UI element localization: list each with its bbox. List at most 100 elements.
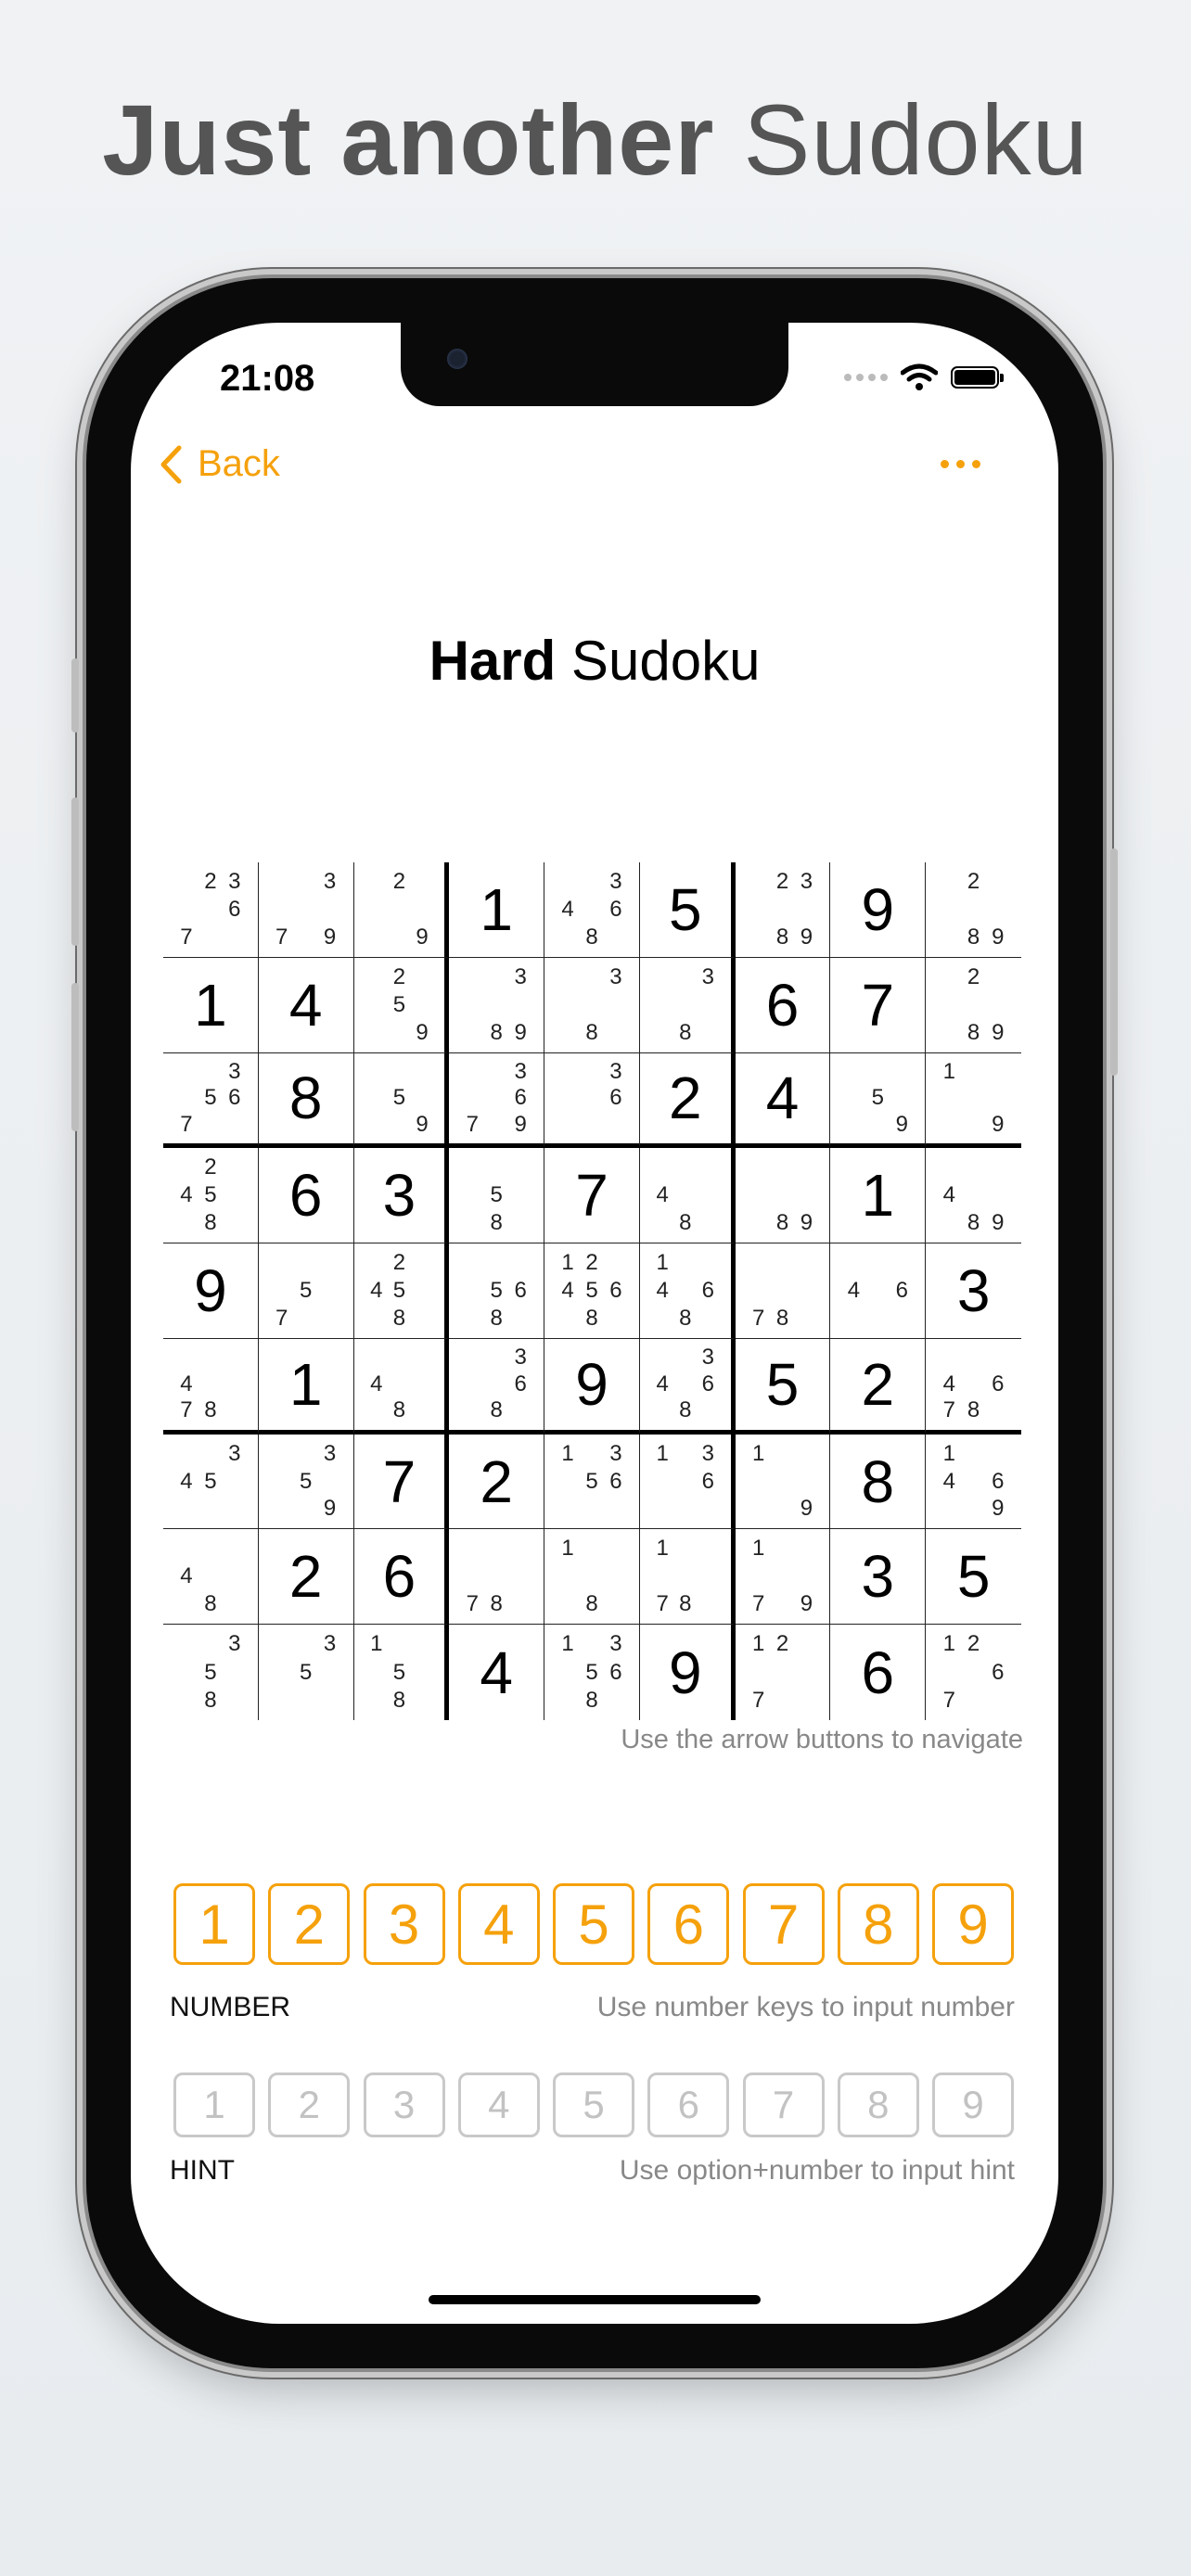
sudoku-cell[interactable]: 46	[830, 1243, 927, 1339]
sudoku-cell[interactable]: 1	[449, 862, 545, 958]
number-key-3[interactable]: 3	[363, 1883, 445, 1965]
sudoku-cell[interactable]: 9	[163, 1243, 259, 1339]
sudoku-cell[interactable]: 48	[353, 1338, 450, 1435]
sudoku-cell[interactable]: 359	[258, 1434, 354, 1530]
number-key-9[interactable]: 9	[932, 1883, 1014, 1965]
sudoku-cell[interactable]: 7	[353, 1434, 450, 1530]
sudoku-cell[interactable]: 478	[163, 1338, 259, 1435]
sudoku-cell[interactable]: 1 36	[639, 1434, 736, 1530]
sudoku-cell[interactable]: 124568	[544, 1243, 640, 1339]
sudoku-cell[interactable]: 8	[258, 1052, 354, 1149]
sudoku-cell[interactable]: 36	[544, 1052, 640, 1149]
sudoku-cell[interactable]: 8	[830, 1434, 927, 1530]
sudoku-cell[interactable]: 89	[735, 1148, 831, 1244]
number-key-8[interactable]: 8	[837, 1883, 919, 1965]
sudoku-cell[interactable]: 126 7	[926, 1625, 1021, 1720]
number-key-7[interactable]: 7	[742, 1883, 825, 1965]
sudoku-cell[interactable]: 23 89	[735, 862, 831, 958]
sudoku-cell[interactable]: 48	[163, 1529, 259, 1626]
sudoku-cell[interactable]: 3	[830, 1529, 927, 1626]
sudoku-cell[interactable]: 568	[449, 1243, 545, 1339]
sudoku-cell[interactable]: 78	[449, 1529, 545, 1626]
sudoku-cell[interactable]: 1	[163, 957, 259, 1053]
sudoku-cell[interactable]: 3	[926, 1243, 1021, 1339]
hint-key-4[interactable]: 4	[457, 2072, 540, 2137]
sudoku-cell[interactable]: 1 3568	[544, 1625, 640, 1720]
sudoku-cell[interactable]: 236 7	[163, 862, 259, 958]
sudoku-cell[interactable]: 368	[449, 1338, 545, 1435]
sudoku-cell[interactable]: 2	[639, 1052, 736, 1149]
sudoku-cell[interactable]: 48	[639, 1148, 736, 1244]
sudoku-cell[interactable]: 59	[830, 1052, 927, 1149]
sudoku-cell[interactable]: 1 78	[639, 1529, 736, 1626]
sudoku-cell[interactable]: 158	[354, 1625, 450, 1720]
sudoku-cell[interactable]: 4	[258, 957, 354, 1053]
sudoku-cell[interactable]: 259	[353, 957, 450, 1053]
sudoku-cell[interactable]: 4	[449, 1625, 545, 1720]
sudoku-cell[interactable]: 58	[449, 1148, 545, 1244]
sudoku-cell[interactable]: 4	[735, 1052, 831, 1149]
back-button[interactable]: Back	[159, 443, 280, 485]
hint-key-2[interactable]: 2	[268, 2072, 351, 2137]
sudoku-cell[interactable]: 6	[258, 1148, 354, 1244]
sudoku-cell[interactable]: 36 7 9	[449, 1052, 545, 1149]
sudoku-cell[interactable]: 3 4 68	[639, 1338, 736, 1435]
sudoku-cell[interactable]: 9	[640, 1625, 736, 1720]
sudoku-cell[interactable]: 3 89	[449, 957, 545, 1053]
number-key-5[interactable]: 5	[553, 1883, 634, 1965]
sudoku-cell[interactable]: 5	[735, 1338, 831, 1435]
sudoku-cell[interactable]: 19	[735, 1434, 831, 1530]
sudoku-cell[interactable]: 6	[735, 957, 831, 1053]
hint-key-9[interactable]: 9	[932, 2072, 1014, 2137]
sudoku-cell[interactable]: 38	[544, 957, 640, 1053]
sudoku-cell[interactable]: 3 45	[163, 1434, 259, 1530]
sudoku-cell[interactable]: 38	[639, 957, 736, 1053]
sudoku-cell[interactable]: 14 68	[639, 1243, 736, 1339]
more-options-button[interactable]	[941, 460, 980, 468]
sudoku-cell[interactable]: 5	[639, 862, 736, 958]
hint-key-3[interactable]: 3	[363, 2072, 445, 2137]
sudoku-cell[interactable]: 1	[830, 1148, 927, 1244]
hint-key-6[interactable]: 6	[647, 2072, 730, 2137]
sudoku-cell[interactable]: 1 356	[544, 1434, 640, 1530]
sudoku-cell[interactable]: 6	[830, 1625, 927, 1720]
sudoku-cell[interactable]: 2	[449, 1434, 545, 1530]
sudoku-cell[interactable]: 489	[926, 1148, 1021, 1244]
number-key-6[interactable]: 6	[647, 1883, 730, 1965]
sudoku-cell[interactable]: 3 4 68	[544, 862, 640, 958]
sudoku-cell[interactable]: 7	[830, 957, 927, 1053]
sudoku-cell[interactable]: 12 7	[736, 1625, 831, 1720]
sudoku-cell[interactable]: 2458	[163, 1148, 259, 1244]
sudoku-cell[interactable]: 35	[259, 1625, 354, 1720]
sudoku-cell[interactable]: 78	[735, 1243, 831, 1339]
number-key-4[interactable]: 4	[457, 1883, 540, 1965]
sudoku-cell[interactable]: 2458	[353, 1243, 450, 1339]
sudoku-cell[interactable]: 3	[353, 1148, 450, 1244]
sudoku-cell[interactable]: 9	[544, 1338, 640, 1435]
hint-key-8[interactable]: 8	[837, 2072, 919, 2137]
sudoku-cell[interactable]: 5	[926, 1529, 1021, 1626]
sudoku-cell[interactable]: 2 89	[926, 862, 1021, 958]
sudoku-cell[interactable]: 356 7	[163, 1052, 259, 1149]
sudoku-cell[interactable]: 7	[544, 1148, 640, 1244]
sudoku-cell[interactable]: 2	[830, 1338, 927, 1435]
hint-key-1[interactable]: 1	[173, 2072, 255, 2137]
sudoku-cell[interactable]: 19	[926, 1053, 1021, 1149]
sudoku-cell[interactable]: 3 7 9	[258, 862, 354, 958]
sudoku-cell[interactable]: 59	[353, 1052, 450, 1149]
sudoku-cell[interactable]: 1	[258, 1338, 354, 1435]
sudoku-cell[interactable]: 2 89	[926, 958, 1021, 1053]
sudoku-cell[interactable]: 9	[830, 862, 927, 958]
sudoku-cell[interactable]: 29	[353, 862, 450, 958]
sudoku-cell[interactable]: 358	[163, 1625, 259, 1720]
number-key-1[interactable]: 1	[173, 1883, 255, 1965]
sudoku-cell[interactable]: 18	[544, 1529, 640, 1626]
sudoku-cell[interactable]: 4 6 78	[926, 1339, 1021, 1435]
sudoku-cell[interactable]: 6	[353, 1529, 450, 1626]
sudoku-cell[interactable]: 2	[258, 1529, 354, 1626]
hint-key-5[interactable]: 5	[553, 2072, 634, 2137]
sudoku-cell[interactable]: 14 69	[926, 1435, 1021, 1530]
number-key-2[interactable]: 2	[268, 1883, 351, 1965]
hint-key-7[interactable]: 7	[742, 2072, 825, 2137]
sudoku-cell[interactable]: 57	[258, 1243, 354, 1339]
